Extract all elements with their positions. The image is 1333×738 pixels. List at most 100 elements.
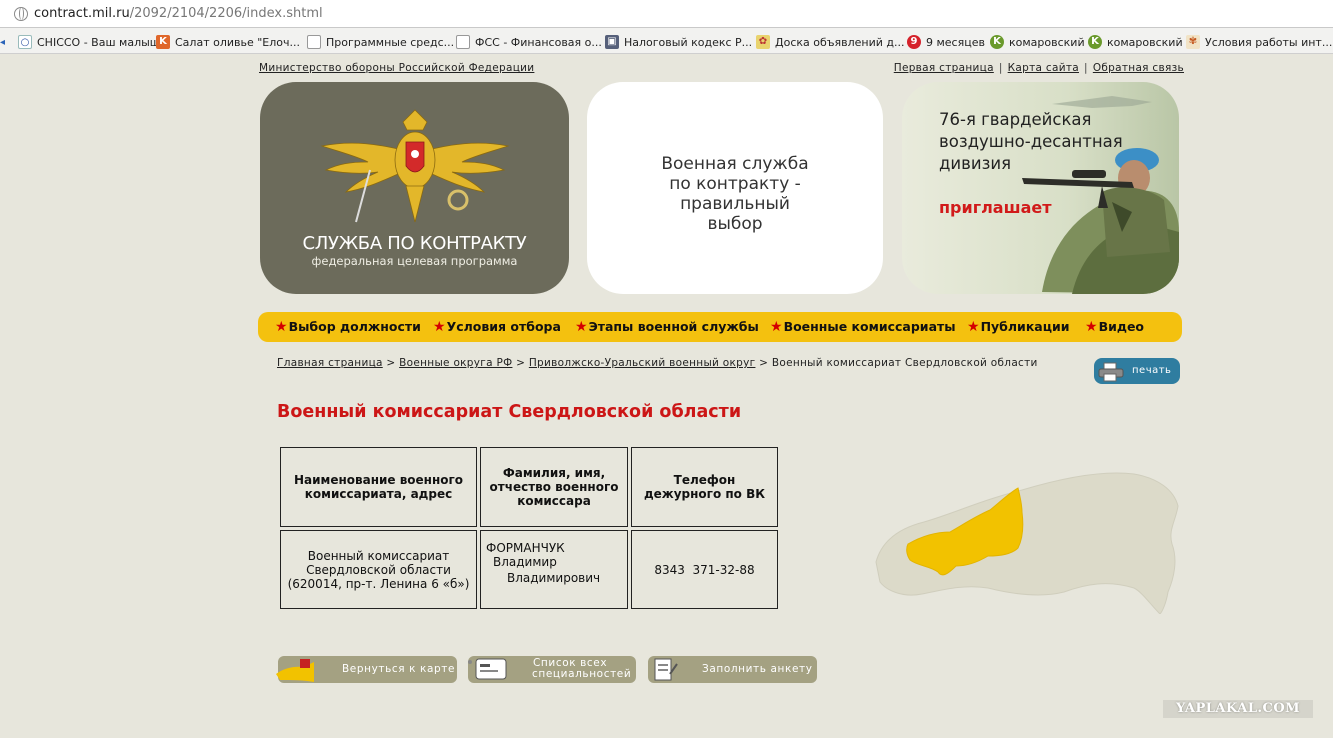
name-line: Владимир — [493, 555, 557, 569]
nav-item-commissariats[interactable]: ★Военные комиссариаты — [770, 319, 956, 335]
feedback-link[interactable]: Обратная связь — [1093, 62, 1184, 74]
star-icon: ★ — [575, 319, 588, 335]
button-label: Заполнить анкету — [702, 663, 813, 675]
slogan-line: Военная служба — [661, 154, 809, 174]
breadcrumb-separator: > — [759, 357, 769, 369]
nav-item-label: Военные комиссариаты — [783, 319, 956, 334]
sitemap-link[interactable]: Карта сайта — [1008, 62, 1079, 74]
nav-item-position-choice[interactable]: ★Выбор должности — [275, 319, 421, 335]
breadcrumb-separator: > — [516, 357, 526, 369]
bookmark-label: CHICCO - Ваш малыш — [37, 35, 160, 49]
all-specialties-button[interactable]: Список всех специальностей — [468, 656, 636, 683]
program-subtitle: федеральная целевая программа — [311, 254, 518, 268]
bookmark-label: Программные средс... — [326, 35, 455, 49]
slogan-banner[interactable]: Военная служба по контракту - правильный… — [587, 82, 883, 294]
bookmark-item[interactable]: ○ CHICCO - Ваш малыш — [18, 34, 160, 50]
nalog-icon: ▣ — [605, 35, 619, 49]
header-line: Фамилия, имя, — [502, 466, 606, 480]
print-button[interactable]: печать — [1094, 358, 1180, 384]
page-content: Министерство обороны Российской Федераци… — [258, 56, 1184, 738]
bookmark-item[interactable]: ✿ Доска объявлений д... — [756, 34, 905, 50]
bookmark-label: 9 месяцев — [926, 35, 985, 49]
nav-item-publications[interactable]: ★Публикации — [967, 319, 1070, 335]
document-list-icon — [468, 658, 507, 680]
nav-item-video[interactable]: ★Видео — [1085, 319, 1144, 335]
slogan-line: по контракту - — [669, 174, 801, 194]
url-host: contract.mil.ru — [34, 6, 130, 21]
breadcrumb-districts[interactable]: Военные округа РФ — [399, 357, 512, 369]
bookmark-label: Условия работы инт... — [1205, 35, 1333, 49]
bookmark-item[interactable]: ✾ Условия работы инт... — [1186, 34, 1332, 50]
header-line: Наименование военного — [293, 473, 464, 487]
bookmark-label: комаровский — [1107, 35, 1183, 49]
k-icon: K — [156, 35, 170, 49]
bookmark-label: комаровский — [1009, 35, 1085, 49]
page-title: Военный комиссариат Свердловской области — [277, 402, 742, 422]
division-banner[interactable]: 76-я гвардейская воздушно-десантная диви… — [902, 82, 1179, 294]
bookmark-item[interactable]: ФСС - Финансовая о... — [456, 34, 602, 50]
address-line: Военный комиссариат — [307, 548, 450, 563]
bookmark-item[interactable]: 9 9 месяцев — [907, 34, 985, 50]
url-path: /2092/2104/2206/index.shtml — [129, 6, 323, 21]
address-bar[interactable]: contract.mil.ru/2092/2104/2206/index.sht… — [0, 0, 1333, 28]
address-line: Свердловской области — [306, 562, 451, 577]
header-line: дежурного по ВК — [643, 487, 766, 501]
division-line: дивизия — [939, 154, 1012, 173]
program-title: СЛУЖБА ПО КОНТРАКТУ — [302, 233, 527, 254]
commissariat-table: Наименование военного комиссариата, адре… — [277, 444, 781, 612]
breadcrumb-volga-ural[interactable]: Приволжско-Уральский военный округ — [529, 357, 756, 369]
star-icon: ★ — [770, 319, 783, 335]
star-icon: ★ — [1085, 319, 1098, 335]
nav-item-label: Этапы военной службы — [588, 319, 759, 334]
nav-item-service-stages[interactable]: ★Этапы военной службы — [575, 319, 759, 335]
star-icon: ★ — [433, 319, 446, 335]
header-name: Фамилия, имя, отчество военного комиссар… — [480, 447, 628, 527]
division-invites: приглашает — [939, 198, 1052, 217]
header-line: отчество военного — [489, 480, 619, 494]
ministry-emblem-icon — [320, 109, 510, 223]
print-label: печать — [1132, 365, 1172, 376]
map-arrow-icon — [276, 659, 314, 682]
ministry-link[interactable]: Министерство обороны Российской Федераци… — [259, 62, 534, 74]
bookmark-label: Доска объявлений д... — [775, 35, 905, 49]
page-icon — [307, 35, 321, 49]
breadcrumb-current: Военный комиссариат Свердловской области — [771, 357, 1038, 369]
bookmark-overflow[interactable]: ◂ — [0, 34, 5, 50]
link-separator: | — [1083, 62, 1088, 74]
nav-item-selection-conditions[interactable]: ★Условия отбора — [433, 319, 561, 335]
nav-item-label: Видео — [1098, 319, 1145, 334]
slogan-line: правильный — [680, 194, 790, 214]
breadcrumb: Главная страница > Военные округа РФ > П… — [277, 357, 1038, 369]
cell-phone: 8343 371-32-88 — [631, 530, 778, 609]
top-links-right: Первая страница | Карта сайта | Обратная свя… — [894, 62, 1184, 74]
nav-item-label: Публикации — [980, 319, 1070, 334]
bookmark-item[interactable]: Kкомаровский — [1088, 34, 1183, 50]
bookmark-label: ФСС - Финансовая о... — [475, 35, 602, 49]
address-url[interactable]: contract.mil.ru/2092/2104/2206/index.sht… — [34, 6, 323, 21]
cell-address: Военный комиссариат Свердловской области… — [280, 530, 477, 609]
slogan-line: выбор — [707, 214, 763, 234]
bookmark-item[interactable]: ▣ Налоговый кодекс Р... — [605, 34, 752, 50]
flower-icon: ✾ — [1186, 35, 1200, 49]
top-links: Министерство обороны Российской Федераци… — [259, 62, 1184, 74]
cell-name: ФОРМАНЧУК Владимир Владимирович — [480, 530, 628, 609]
back-to-map-button[interactable]: Вернуться к карте — [276, 656, 457, 683]
address-line: (620014, пр-т. Ленина 6 «б») — [287, 576, 470, 591]
page-icon — [456, 35, 470, 49]
chicco-icon: ○ — [18, 35, 32, 49]
bookmark-item[interactable]: K Салат оливье "Елоч... — [156, 34, 300, 50]
fill-form-button[interactable]: Заполнить анкету — [648, 656, 817, 683]
bookmark-item[interactable]: Kкомаровский — [990, 34, 1085, 50]
program-banner[interactable]: СЛУЖБА ПО КОНТРАКТУ федеральная целевая … — [260, 82, 569, 294]
header-line: Телефон — [673, 473, 736, 487]
star-icon: ★ — [275, 319, 288, 335]
bookmark-label: Налоговый кодекс Р... — [624, 35, 753, 49]
nav-item-label: Условия отбора — [446, 319, 561, 334]
bookmark-item[interactable]: Программные средс... — [307, 34, 454, 50]
header-address: Наименование военного комиссариата, адре… — [280, 447, 477, 527]
home-link[interactable]: Первая страница — [894, 62, 994, 74]
table-row: Военный комиссариат Свердловской области… — [280, 530, 778, 609]
russia-map-icon[interactable] — [872, 444, 1182, 614]
breadcrumb-home[interactable]: Главная страница — [277, 357, 383, 369]
button-label: специальностей — [532, 668, 632, 680]
